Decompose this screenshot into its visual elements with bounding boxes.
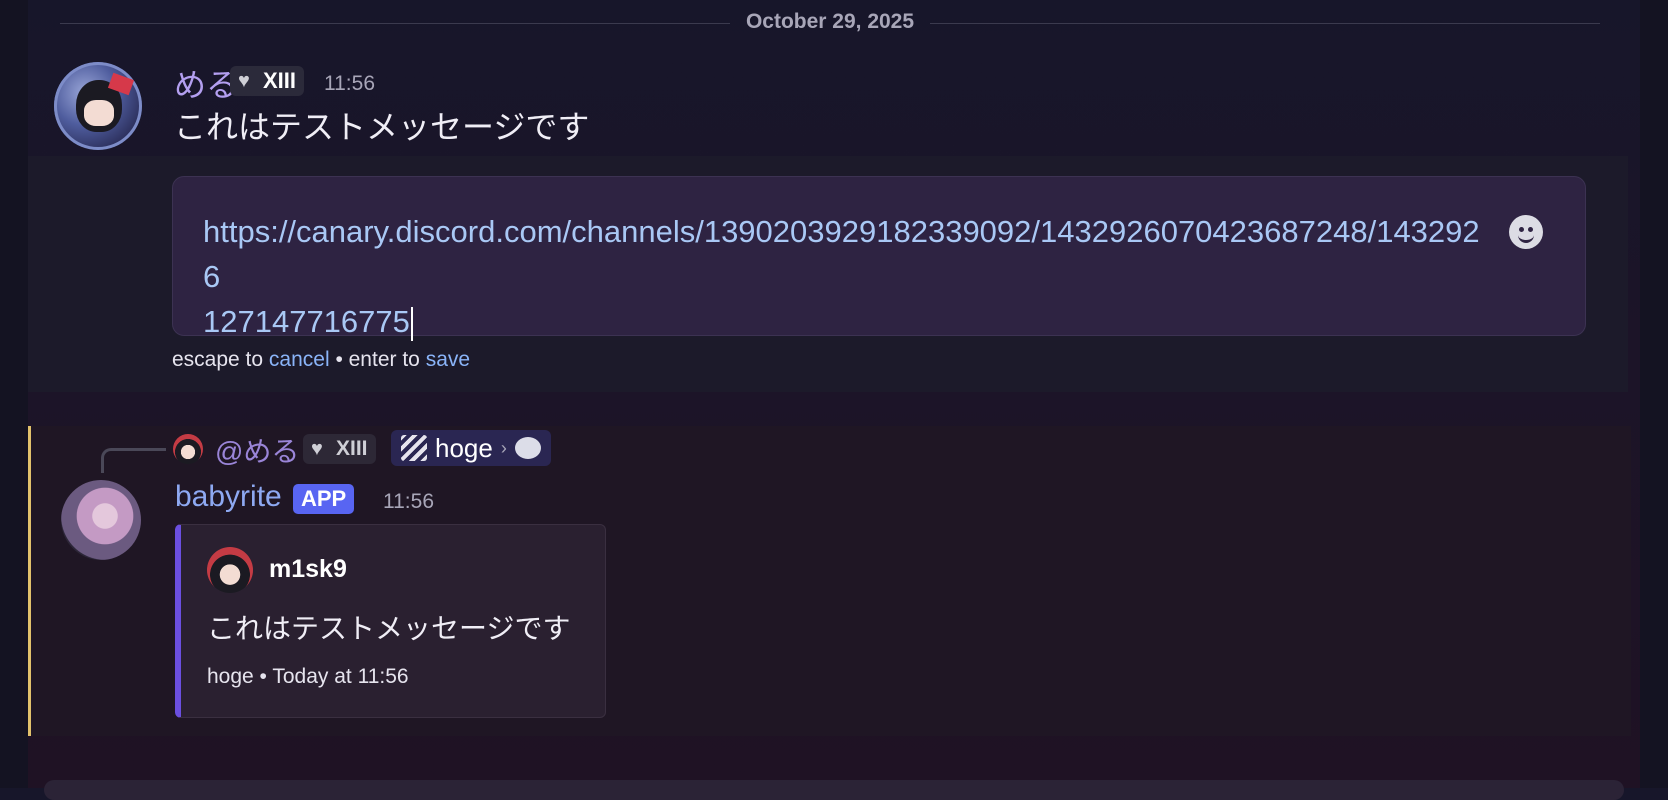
divider-date: October 29, 2025	[745, 10, 915, 33]
embed-description: これはテストメッセージです	[207, 613, 571, 644]
embed-footer: hoge • Today at 11:56	[207, 665, 409, 688]
message-1: める ♥ XIII 11:56 これはテストメッセージです	[28, 50, 1628, 158]
smiley-face-icon[interactable]	[1509, 215, 1543, 249]
app-badge: APP	[293, 484, 355, 514]
text-caret	[410, 306, 413, 341]
role-tag-label: XIII	[263, 68, 297, 93]
heart-icon: ♥	[238, 70, 250, 92]
cancel-link[interactable]: cancel	[269, 348, 330, 371]
chat-bubble-icon	[514, 437, 541, 459]
edit-hint: escape to cancel • enter to save	[172, 348, 471, 371]
save-link[interactable]: save	[426, 348, 470, 371]
divider-line-right	[930, 23, 1600, 24]
date-divider: October 29, 2025	[60, 0, 1600, 46]
divider-line-left	[60, 23, 730, 24]
reply-channel-chip[interactable]: hoge ›	[391, 430, 551, 466]
reply-role-tag[interactable]: ♥ XIII	[303, 434, 376, 464]
avatar[interactable]	[54, 62, 142, 150]
message-2: @める ♥ XIII hoge › babyrite APP 11:56 m1s…	[28, 426, 1631, 736]
heart-icon: ♥	[311, 438, 323, 460]
reply-mention[interactable]: @める	[215, 430, 299, 470]
message-author[interactable]: める	[174, 60, 238, 106]
embed-author-avatar[interactable]	[207, 547, 253, 593]
embed-author[interactable]: m1sk9	[269, 555, 347, 584]
message-timestamp[interactable]: 11:56	[324, 72, 375, 96]
message-embed: m1sk9 これはテストメッセージです hoge • Today at 11:5…	[175, 524, 606, 718]
reply-avatar[interactable]	[173, 434, 203, 464]
message-composer[interactable]	[44, 780, 1624, 800]
chevron-right-icon: ›	[500, 437, 507, 458]
message-author[interactable]: babyrite	[175, 480, 282, 514]
avatar[interactable]	[61, 480, 141, 560]
edit-message-input[interactable]: https://canary.discord.com/channels/1390…	[172, 176, 1586, 341]
channel-icon	[401, 435, 427, 461]
message-timestamp[interactable]: 11:56	[383, 490, 434, 514]
message-content: これはテストメッセージです	[174, 109, 590, 145]
left-rail	[0, 0, 28, 788]
edit-input-value[interactable]: https://canary.discord.com/channels/1390…	[203, 209, 1493, 344]
reply-channel-name: hoge	[435, 432, 493, 463]
reply-connector	[101, 448, 166, 473]
right-rail	[1640, 0, 1668, 788]
role-tag[interactable]: ♥ XIII	[230, 66, 305, 96]
